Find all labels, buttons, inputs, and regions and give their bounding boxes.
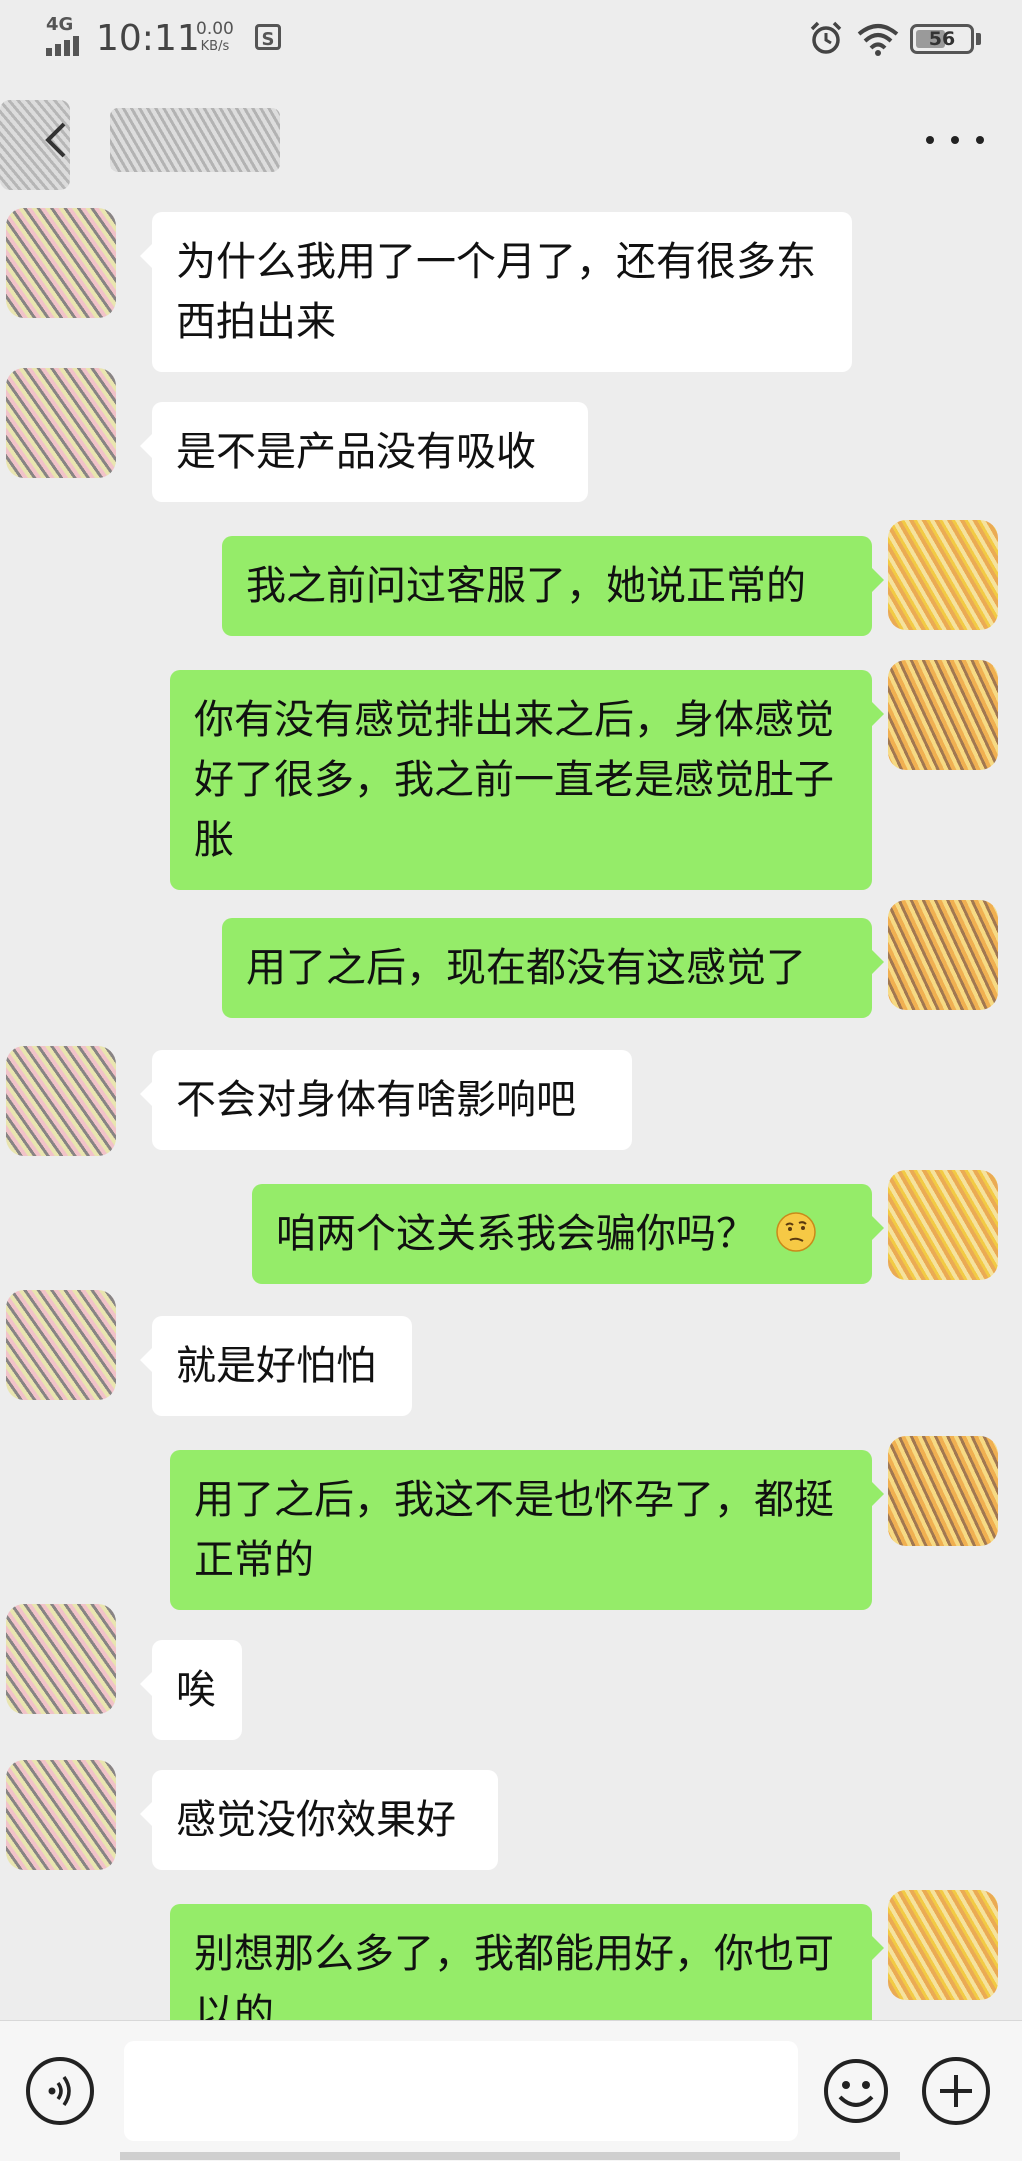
message-bubble-outgoing[interactable]: 用了之后，现在都没有这感觉了: [222, 918, 884, 1018]
message-bubble-incoming[interactable]: 为什么我用了一个月了，还有很多东西拍出来: [140, 212, 852, 372]
back-button[interactable]: [0, 80, 280, 200]
contact-avatar[interactable]: [6, 1604, 116, 1714]
message-input[interactable]: [124, 2041, 798, 2141]
my-avatar[interactable]: [888, 660, 998, 770]
message-bubble-outgoing[interactable]: 用了之后，我这不是也怀孕了，都挺正常的: [170, 1450, 884, 1610]
message-text: 咱两个这关系我会骗你吗？: [276, 1211, 756, 1257]
message-bubble-outgoing[interactable]: 我之前问过客服了，她说正常的: [222, 536, 884, 636]
network-speed: 0.00 KB/s: [196, 20, 234, 56]
voice-button[interactable]: [26, 2057, 94, 2125]
my-avatar[interactable]: [888, 520, 998, 630]
emoji-button[interactable]: [822, 2057, 890, 2125]
sim-icon: S: [255, 24, 281, 50]
chevron-left-icon: [45, 122, 66, 158]
emoji-icon: [824, 2059, 888, 2123]
contact-avatar[interactable]: [6, 368, 116, 478]
wifi-icon: [857, 24, 899, 56]
message-bubble-incoming[interactable]: 不会对身体有啥影响吧: [140, 1050, 632, 1150]
message-text: 是不是产品没有吸收: [176, 429, 536, 475]
message-text: 感觉没你效果好: [176, 1797, 456, 1843]
message-text: 唉: [176, 1667, 216, 1713]
contact-name-blurred: [110, 108, 280, 172]
network-speed-unit: KB/s: [200, 39, 230, 54]
my-avatar[interactable]: [888, 900, 998, 1010]
message-text: 不会对身体有啥影响吧: [176, 1077, 576, 1123]
message-text: 用了之后，现在都没有这感觉了: [246, 945, 806, 991]
network-speed-value: 0.00: [196, 19, 234, 39]
more-icon-dot: [976, 136, 984, 144]
alarm-icon: [810, 21, 842, 54]
more-icon-dot: [951, 136, 959, 144]
message-bubble-incoming[interactable]: 感觉没你效果好: [140, 1770, 498, 1870]
more-icon: [926, 136, 934, 144]
battery-icon: 56: [910, 24, 974, 54]
more-button[interactable]: [920, 118, 990, 162]
input-bar: [0, 2020, 1022, 2161]
my-avatar[interactable]: [888, 1436, 998, 1546]
message-bubble-outgoing[interactable]: 你有没有感觉排出来之后，身体感觉好了很多，我之前一直老是感觉肚子胀: [170, 670, 884, 890]
message-bubble-incoming[interactable]: 是不是产品没有吸收: [140, 402, 588, 502]
message-text: 用了之后，我这不是也怀孕了，都挺正常的: [194, 1477, 834, 1583]
contact-avatar[interactable]: [6, 1760, 116, 1870]
chat-header: [0, 80, 1022, 200]
status-bar: 4G 10:11 0.00 KB/s S 56: [0, 0, 1022, 80]
message-text: 别想那么多了，我都能用好，你也可以的: [194, 1931, 834, 2020]
message-text: 你有没有感觉排出来之后，身体感觉好了很多，我之前一直老是感觉肚子胀: [194, 697, 834, 863]
message-text: 为什么我用了一个月了，还有很多东西拍出来: [176, 239, 816, 345]
message-list[interactable]: 为什么我用了一个月了，还有很多东西拍出来 是不是产品没有吸收 我之前问过客服了，…: [0, 200, 1022, 2020]
message-bubble-incoming[interactable]: 就是好怕怕: [140, 1316, 412, 1416]
contact-avatar[interactable]: [6, 208, 116, 318]
message-bubble-outgoing[interactable]: 咱两个这关系我会骗你吗？: [252, 1184, 884, 1284]
my-avatar[interactable]: [888, 1890, 998, 2000]
signal-icon: [46, 36, 79, 56]
clock: 10:11: [96, 18, 200, 59]
battery-cap: [976, 33, 981, 45]
plus-button[interactable]: [922, 2057, 990, 2125]
contact-avatar[interactable]: [6, 1046, 116, 1156]
my-avatar[interactable]: [888, 1170, 998, 1280]
message-bubble-incoming[interactable]: 唉: [140, 1640, 242, 1740]
thinking-face-icon: [775, 1212, 816, 1252]
battery-level: 56: [928, 28, 956, 50]
voice-icon: [48, 2075, 71, 2107]
contact-avatar[interactable]: [6, 1290, 116, 1400]
message-text: 就是好怕怕: [176, 1343, 376, 1389]
message-bubble-outgoing[interactable]: 别想那么多了，我都能用好，你也可以的: [170, 1904, 884, 2020]
navigation-bar-indicator: [120, 2152, 900, 2160]
message-text: 我之前问过客服了，她说正常的: [246, 563, 806, 609]
